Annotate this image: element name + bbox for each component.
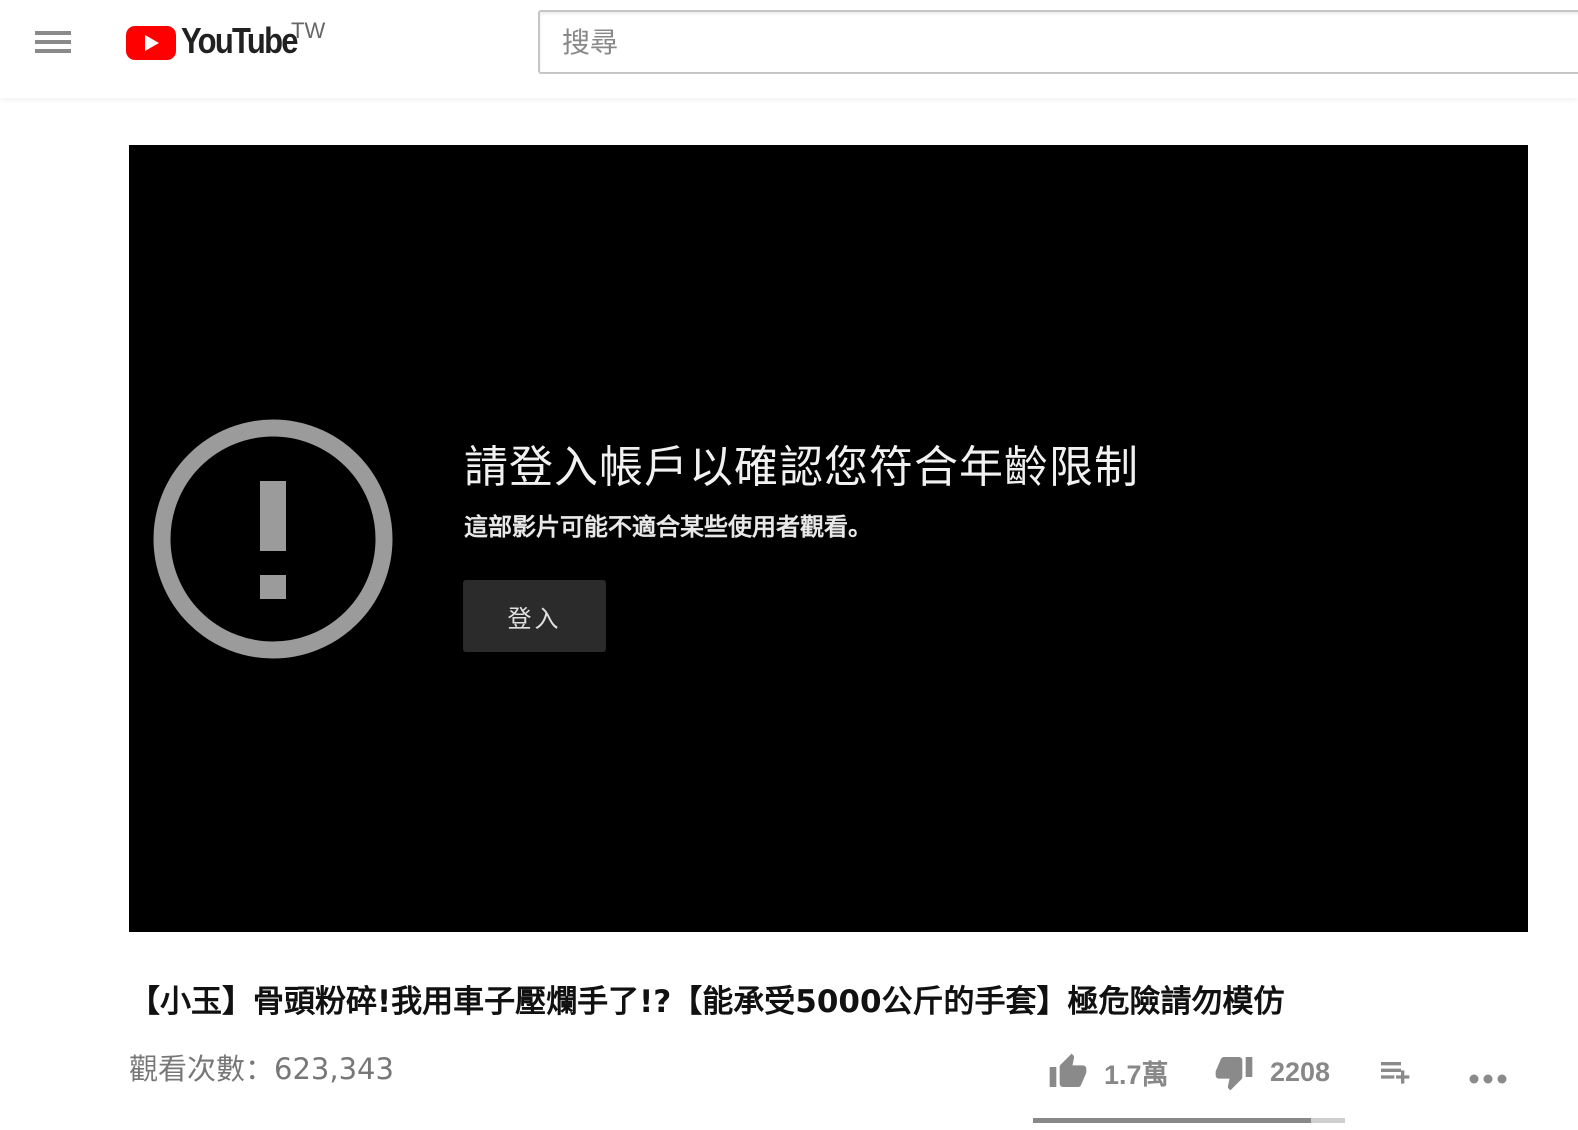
- signin-button[interactable]: 登入: [463, 580, 606, 652]
- thumb-down-icon: [1215, 1057, 1253, 1091]
- search-box[interactable]: [538, 10, 1578, 74]
- sentiment-bar: [1033, 1118, 1345, 1123]
- country-code: TW: [291, 18, 326, 43]
- add-to-playlist-button[interactable]: [1376, 1048, 1416, 1096]
- logo-wordmark: YouTube: [181, 20, 299, 61]
- more-actions-button[interactable]: [1466, 1048, 1510, 1096]
- search-input[interactable]: [562, 20, 1542, 64]
- like-button[interactable]: 1.7萬: [1048, 1048, 1169, 1096]
- like-count: 1.7萬: [1104, 1059, 1169, 1090]
- dislike-button[interactable]: 2208: [1214, 1048, 1330, 1096]
- thumb-up-icon: [1049, 1053, 1087, 1087]
- age-restriction-subtitle: 這部影片可能不適合某些使用者觀看。: [464, 513, 872, 541]
- menu-icon[interactable]: [30, 25, 76, 59]
- more-icon: [1469, 1074, 1507, 1084]
- video-title: 【小玉】骨頭粉碎!我用車子壓爛手了!?【能承受5000公斤的手套】極危險請勿模仿: [129, 984, 1285, 1020]
- masthead: YouTube TW: [0, 0, 1578, 98]
- video-player[interactable]: 請登入帳戶以確認您符合年齡限制 這部影片可能不適合某些使用者觀看。 登入: [129, 145, 1528, 932]
- add-to-playlist-icon: [1381, 1062, 1410, 1084]
- age-restriction-title: 請登入帳戶以確認您符合年齡限制: [464, 442, 1139, 493]
- alert-circle-icon: [153, 419, 393, 659]
- sentiment-bar-likes: [1033, 1118, 1311, 1123]
- view-count: 觀看次數：623,343: [129, 1052, 394, 1086]
- youtube-play-icon: [126, 26, 176, 60]
- dislike-count: 2208: [1270, 1056, 1331, 1087]
